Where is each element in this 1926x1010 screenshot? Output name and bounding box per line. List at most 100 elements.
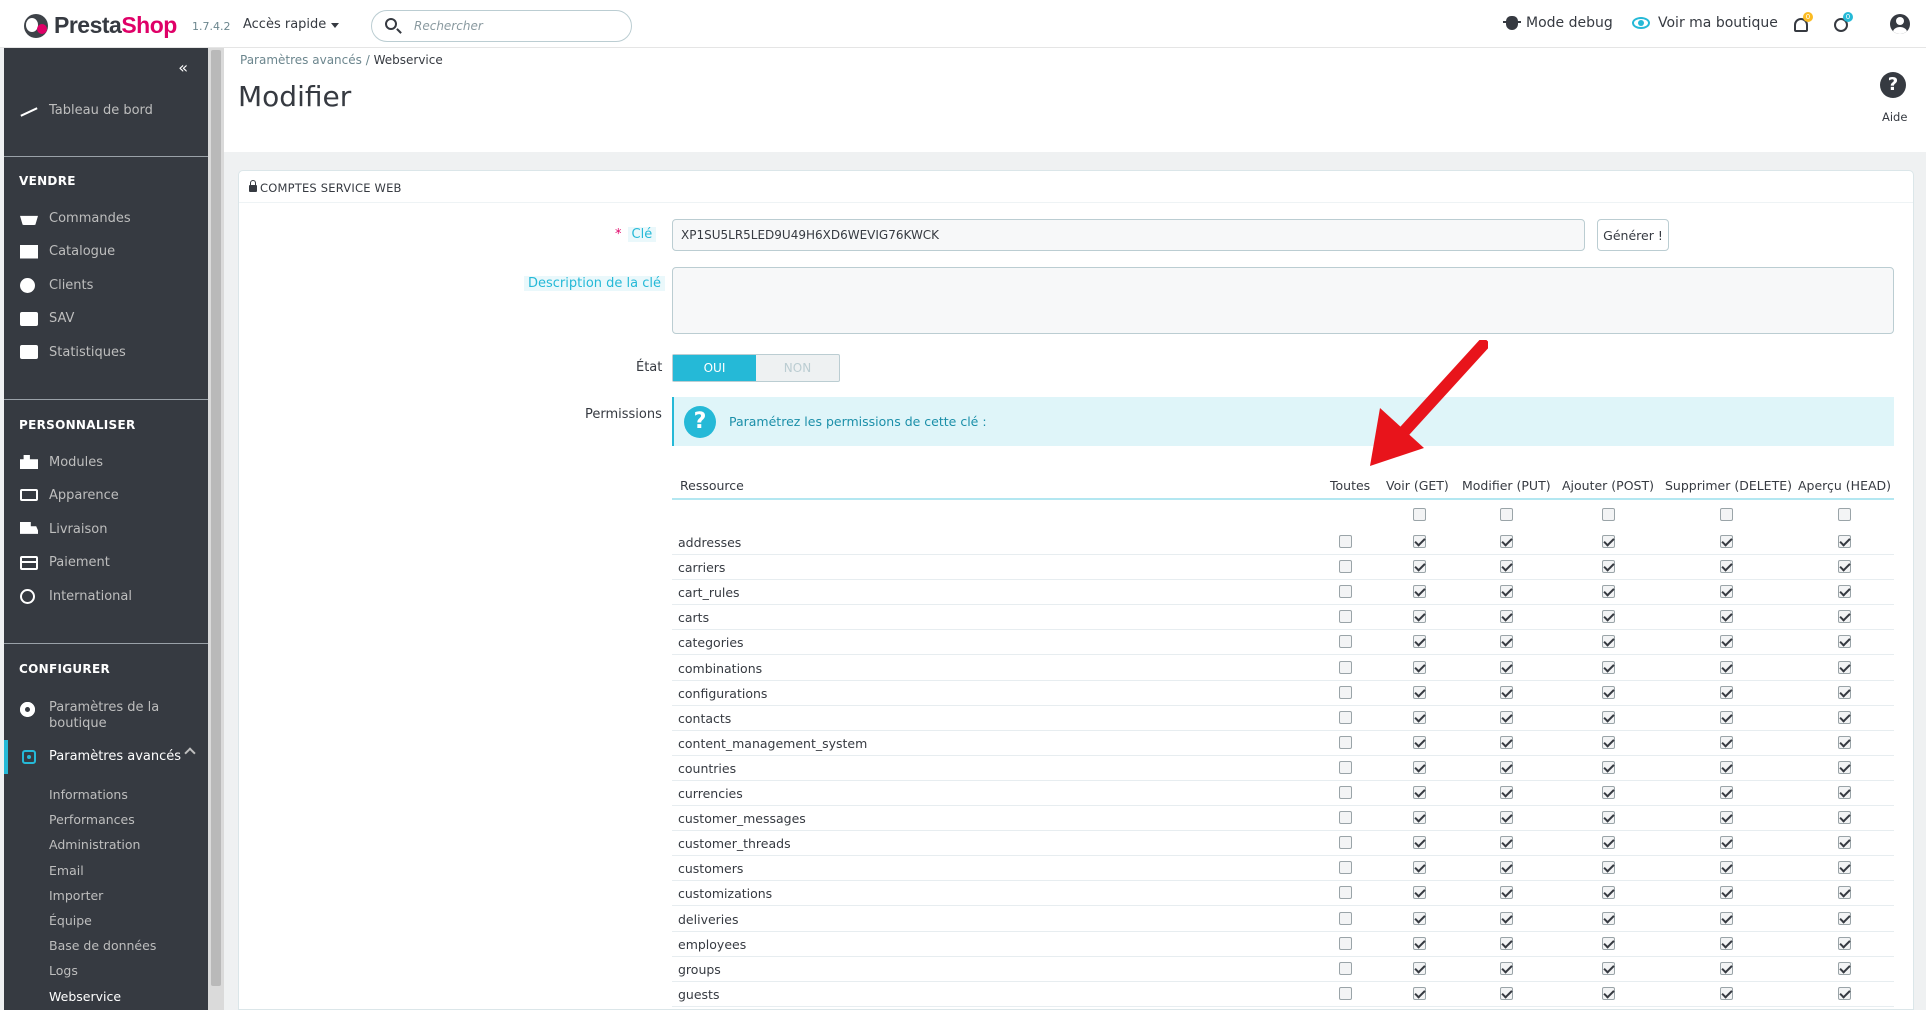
sidebar-subitem-performances[interactable]: Performances [49,812,135,827]
perm-delete-checkbox[interactable] [1720,836,1733,850]
perm-head-checkbox[interactable] [1838,760,1851,774]
sidebar-item-international[interactable]: International [4,586,208,606]
perm-all-checkbox[interactable] [1339,760,1352,774]
perm-head-checkbox[interactable] [1838,961,1851,975]
sidebar-subitem-base-de-donn-es[interactable]: Base de données [49,938,156,953]
perm-post-checkbox[interactable] [1602,535,1615,548]
perm-put-checkbox[interactable] [1500,610,1513,624]
sidebar-item-orders[interactable]: Commandes [4,208,208,228]
perm-post-checkbox[interactable] [1602,685,1615,699]
perm-delete-checkbox[interactable] [1720,660,1733,674]
perm-get-checkbox[interactable] [1413,786,1426,799]
perm-all-checkbox[interactable] [1339,535,1352,548]
sidebar-item-stats[interactable]: Statistiques [4,342,208,362]
perm-put-checkbox[interactable] [1500,861,1513,875]
perm-head-checkbox[interactable] [1838,560,1851,574]
perm-all-checkbox[interactable] [1339,836,1352,850]
perm-put-checkbox[interactable] [1500,811,1513,825]
perm-head-checkbox[interactable] [1838,936,1851,950]
perm-all-checkbox[interactable] [1339,936,1352,950]
sidebar-item-design[interactable]: Apparence [4,486,208,506]
state-toggle[interactable]: OUI NON [672,354,840,382]
collapse-sidebar-icon[interactable]: « [178,58,188,77]
sidebar-subitem-email[interactable]: Email [49,863,84,878]
perm-delete-checkbox[interactable] [1720,635,1733,649]
perm-delete-checkbox[interactable] [1720,811,1733,825]
orders-notification[interactable]: 0 [1792,12,1814,36]
perm-get-checkbox[interactable] [1413,936,1426,950]
state-off-option[interactable]: NON [756,355,839,381]
perm-get-checkbox[interactable] [1413,635,1426,649]
perm-head-checkbox[interactable] [1838,610,1851,624]
perm-delete-checkbox[interactable] [1720,610,1733,624]
perm-all-checkbox[interactable] [1339,585,1352,599]
perm-head-checkbox[interactable] [1838,886,1851,900]
description-field[interactable] [672,267,1894,334]
select-all-head-checkbox[interactable] [1838,508,1851,521]
perm-post-checkbox[interactable] [1602,961,1615,975]
perm-all-checkbox[interactable] [1339,610,1352,624]
perm-get-checkbox[interactable] [1413,861,1426,875]
perm-head-checkbox[interactable] [1838,535,1851,548]
perm-post-checkbox[interactable] [1602,836,1615,850]
perm-delete-checkbox[interactable] [1720,886,1733,900]
perm-get-checkbox[interactable] [1413,911,1426,925]
sidebar-item-payment[interactable]: Paiement [4,553,208,573]
perm-post-checkbox[interactable] [1602,560,1615,574]
help-icon[interactable]: ? [1880,72,1906,98]
perm-head-checkbox[interactable] [1838,585,1851,599]
perm-head-checkbox[interactable] [1838,710,1851,724]
perm-delete-checkbox[interactable] [1720,936,1733,950]
perm-all-checkbox[interactable] [1339,911,1352,925]
sidebar-subitem--quipe[interactable]: Équipe [49,913,92,928]
perm-delete-checkbox[interactable] [1720,685,1733,699]
sidebar-subitem-webservice[interactable]: Webservice [49,989,121,1004]
perm-put-checkbox[interactable] [1500,560,1513,574]
perm-all-checkbox[interactable] [1339,735,1352,749]
prestashop-logo[interactable]: PrestaShop [24,12,177,39]
perm-delete-checkbox[interactable] [1720,710,1733,724]
perm-all-checkbox[interactable] [1339,861,1352,875]
perm-post-checkbox[interactable] [1602,710,1615,724]
perm-get-checkbox[interactable] [1413,710,1426,724]
perm-put-checkbox[interactable] [1500,635,1513,649]
perm-get-checkbox[interactable] [1413,961,1426,975]
debug-mode-link[interactable]: Mode debug [1503,15,1613,31]
perm-get-checkbox[interactable] [1413,685,1426,699]
breadcrumb-parent[interactable]: Paramètres avancés [240,53,362,67]
perm-all-checkbox[interactable] [1339,685,1352,699]
sidebar-item-advanced-parameters[interactable]: Paramètres avancés [4,740,208,774]
perm-all-checkbox[interactable] [1339,786,1352,799]
perm-post-checkbox[interactable] [1602,635,1615,649]
perm-post-checkbox[interactable] [1602,936,1615,950]
perm-head-checkbox[interactable] [1838,635,1851,649]
perm-head-checkbox[interactable] [1838,986,1851,1000]
sidebar-subitem-informations[interactable]: Informations [49,787,128,802]
perm-all-checkbox[interactable] [1339,986,1352,1000]
perm-put-checkbox[interactable] [1500,911,1513,925]
perm-get-checkbox[interactable] [1413,811,1426,825]
perm-get-checkbox[interactable] [1413,886,1426,900]
sidebar-item-dashboard[interactable]: Tableau de bord [4,100,208,120]
sidebar-subitem-importer[interactable]: Importer [49,888,103,903]
perm-get-checkbox[interactable] [1413,585,1426,599]
perm-put-checkbox[interactable] [1500,936,1513,950]
perm-head-checkbox[interactable] [1838,735,1851,749]
customers-notification[interactable]: 0 [1832,12,1854,36]
perm-get-checkbox[interactable] [1413,760,1426,774]
perm-put-checkbox[interactable] [1500,585,1513,599]
perm-post-checkbox[interactable] [1602,886,1615,900]
perm-post-checkbox[interactable] [1602,585,1615,599]
perm-put-checkbox[interactable] [1500,786,1513,799]
sidebar-subitem-administration[interactable]: Administration [49,837,140,852]
perm-put-checkbox[interactable] [1500,886,1513,900]
perm-put-checkbox[interactable] [1500,760,1513,774]
employee-avatar-icon[interactable] [1890,14,1910,34]
perm-head-checkbox[interactable] [1838,911,1851,925]
sidebar-item-modules[interactable]: Modules [4,452,208,472]
perm-delete-checkbox[interactable] [1720,735,1733,749]
select-all-put-checkbox[interactable] [1500,508,1513,521]
perm-head-checkbox[interactable] [1838,811,1851,825]
perm-put-checkbox[interactable] [1500,535,1513,548]
state-on-option[interactable]: OUI [673,355,756,381]
